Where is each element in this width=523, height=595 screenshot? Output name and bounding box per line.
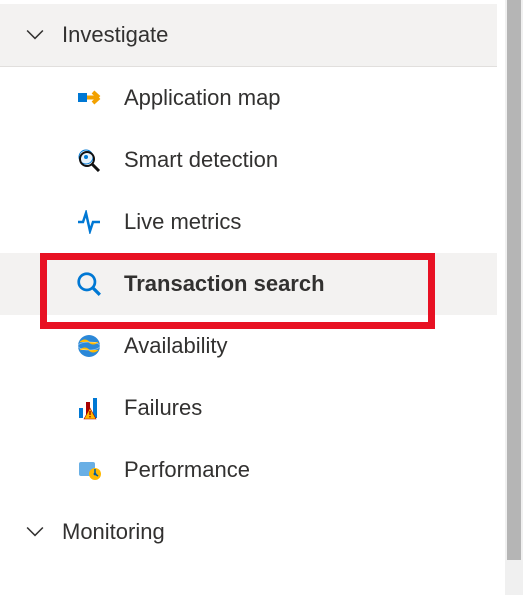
nav-item-label: Transaction search xyxy=(124,271,325,297)
nav-item-label: Availability xyxy=(124,333,228,359)
nav-item-transaction-search[interactable]: Transaction search xyxy=(0,253,497,315)
failures-icon xyxy=(76,395,102,421)
nav-item-label: Failures xyxy=(124,395,202,421)
search-icon xyxy=(76,271,102,297)
nav-item-performance[interactable]: Performance xyxy=(0,439,497,501)
section-label: Monitoring xyxy=(62,519,165,545)
nav-item-live-metrics[interactable]: Live metrics xyxy=(0,191,497,253)
nav-item-failures[interactable]: Failures xyxy=(0,377,497,439)
live-metrics-icon xyxy=(76,209,102,235)
sidebar-nav: Investigate Application map Smart detect… xyxy=(0,0,497,563)
section-header-investigate[interactable]: Investigate xyxy=(0,4,497,67)
chevron-down-icon xyxy=(26,523,44,541)
nav-item-application-map[interactable]: Application map xyxy=(0,67,497,129)
nav-item-label: Performance xyxy=(124,457,250,483)
nav-item-availability[interactable]: Availability xyxy=(0,315,497,377)
nav-item-label: Smart detection xyxy=(124,147,278,173)
vertical-scrollbar[interactable] xyxy=(505,0,523,595)
smart-detection-icon xyxy=(76,147,102,173)
performance-icon xyxy=(76,457,102,483)
application-map-icon xyxy=(76,85,102,111)
scrollbar-thumb[interactable] xyxy=(507,0,521,560)
section-header-monitoring[interactable]: Monitoring xyxy=(0,501,497,563)
nav-item-label: Live metrics xyxy=(124,209,241,235)
nav-item-smart-detection[interactable]: Smart detection xyxy=(0,129,497,191)
availability-icon xyxy=(76,333,102,359)
chevron-down-icon xyxy=(26,26,44,44)
section-label: Investigate xyxy=(62,22,168,48)
nav-item-label: Application map xyxy=(124,85,281,111)
